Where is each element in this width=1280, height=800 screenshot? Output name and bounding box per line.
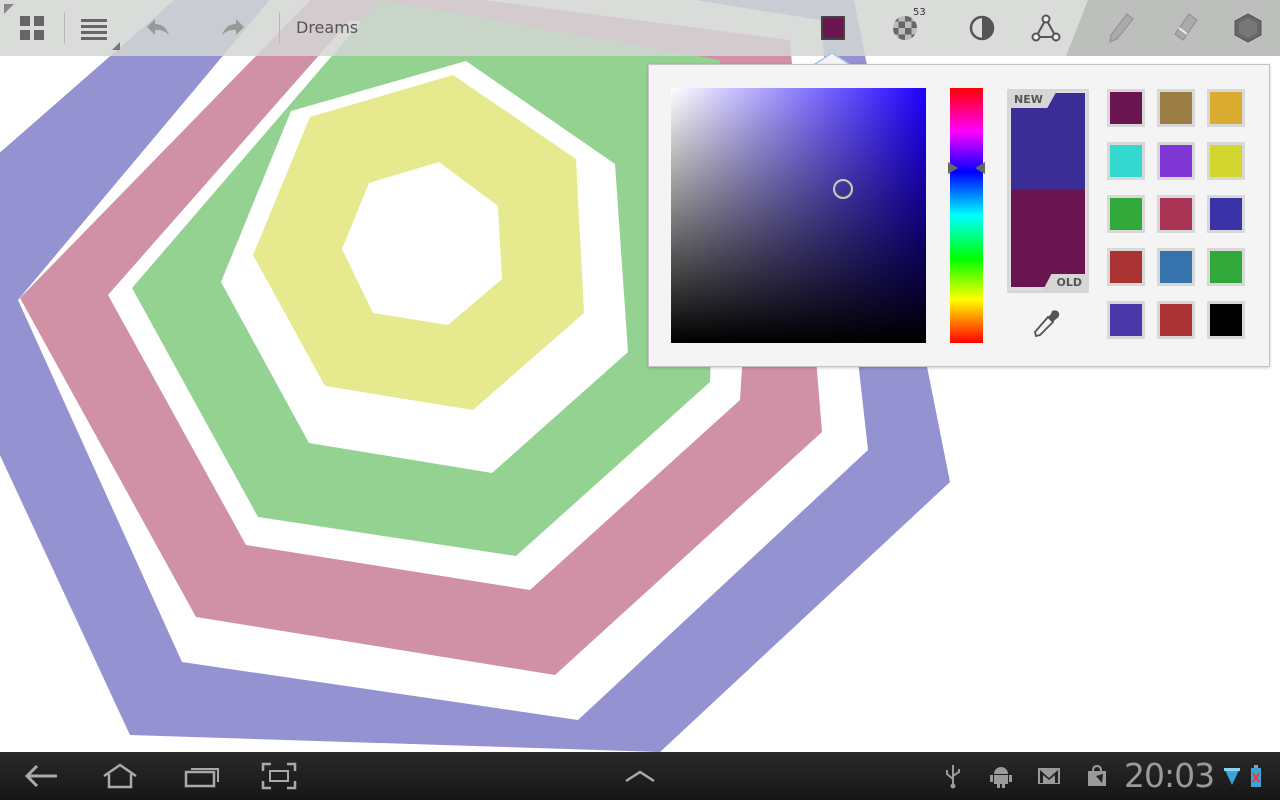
preset-color-swatch[interactable] <box>1107 248 1145 286</box>
toolbar-separator <box>279 12 280 44</box>
up-button[interactable] <box>612 752 668 800</box>
color-picker-popup: NEW OLD <box>648 64 1270 367</box>
preset-colors <box>1107 89 1249 339</box>
opacity-icon <box>893 16 917 40</box>
screenshot-icon <box>261 762 297 790</box>
clock[interactable]: 20:03 <box>1124 752 1215 800</box>
current-color-swatch <box>821 16 845 40</box>
screenshot-button[interactable] <box>251 752 307 800</box>
color-cursor[interactable] <box>833 179 853 199</box>
eyedropper-button[interactable] <box>1032 308 1062 342</box>
shape-button[interactable] <box>1220 0 1276 56</box>
battery-status <box>1244 752 1268 800</box>
preset-color-swatch[interactable] <box>1207 142 1245 180</box>
eraser-icon <box>1174 13 1198 41</box>
home-icon <box>103 763 137 789</box>
redo-icon <box>222 19 244 35</box>
opacity-count: 53 <box>913 7 926 18</box>
color-button[interactable] <box>805 0 861 56</box>
preset-color-swatch[interactable] <box>1207 195 1245 233</box>
chevron-up-icon <box>625 770 655 783</box>
preset-color-swatch[interactable] <box>1207 248 1245 286</box>
recent-apps-icon <box>184 768 219 788</box>
wifi-icon <box>1224 768 1240 785</box>
menu-icon <box>81 19 107 40</box>
hue-handle-left-icon[interactable] <box>948 162 958 174</box>
nodes-icon <box>1031 14 1061 42</box>
usb-icon <box>946 765 960 789</box>
preset-color-swatch[interactable] <box>1107 89 1145 127</box>
contrast-button[interactable] <box>954 0 1010 56</box>
hue-handle-right-icon[interactable] <box>975 162 985 174</box>
toolbar-separator <box>64 12 65 44</box>
top-toolbar: Dreams 53 <box>0 0 1280 56</box>
preset-color-swatch[interactable] <box>1157 195 1195 233</box>
preset-color-swatch[interactable] <box>1157 142 1195 180</box>
nodes-button[interactable] <box>1018 0 1074 56</box>
menu-corner-icon <box>112 42 120 50</box>
usb-status <box>938 752 968 800</box>
preset-color-swatch[interactable] <box>1157 301 1195 339</box>
preset-color-swatch[interactable] <box>1107 301 1145 339</box>
gmail-icon <box>1038 768 1060 784</box>
menu-button[interactable] <box>66 0 122 56</box>
wifi-status <box>1220 752 1244 800</box>
preset-color-swatch[interactable] <box>1157 89 1195 127</box>
preset-color-swatch[interactable] <box>1207 301 1245 339</box>
hexagon-icon <box>1234 13 1262 43</box>
android-status <box>986 752 1016 800</box>
color-compare: NEW OLD <box>1007 89 1089 293</box>
home-button[interactable] <box>92 752 148 800</box>
corner-mark-icon <box>4 4 14 14</box>
pencil-icon <box>1109 13 1134 43</box>
document-title[interactable]: Dreams <box>296 0 358 56</box>
old-color-swatch[interactable] <box>1011 189 1085 287</box>
battery-icon <box>1251 765 1261 787</box>
store-icon <box>1088 764 1106 786</box>
hue-slider[interactable] <box>950 88 983 343</box>
pencil-button[interactable] <box>1093 0 1149 56</box>
preset-color-swatch[interactable] <box>1107 142 1145 180</box>
preset-color-swatch[interactable] <box>1207 89 1245 127</box>
store-status <box>1082 752 1112 800</box>
contrast-icon <box>969 15 995 41</box>
back-button[interactable] <box>14 752 70 800</box>
grid-icon <box>20 16 44 40</box>
preset-color-swatch[interactable] <box>1107 195 1145 233</box>
eyedropper-icon <box>1034 310 1060 338</box>
system-navbar: 20:03 <box>0 752 1280 800</box>
undo-icon <box>147 19 169 35</box>
back-icon <box>25 764 57 788</box>
eraser-button[interactable] <box>1157 0 1213 56</box>
saturation-value-picker[interactable] <box>671 88 926 343</box>
android-icon <box>990 767 1012 788</box>
preset-color-swatch[interactable] <box>1157 248 1195 286</box>
recent-apps-button[interactable] <box>174 752 230 800</box>
undo-button[interactable] <box>130 0 186 56</box>
gmail-status <box>1034 752 1064 800</box>
redo-button[interactable] <box>205 0 261 56</box>
